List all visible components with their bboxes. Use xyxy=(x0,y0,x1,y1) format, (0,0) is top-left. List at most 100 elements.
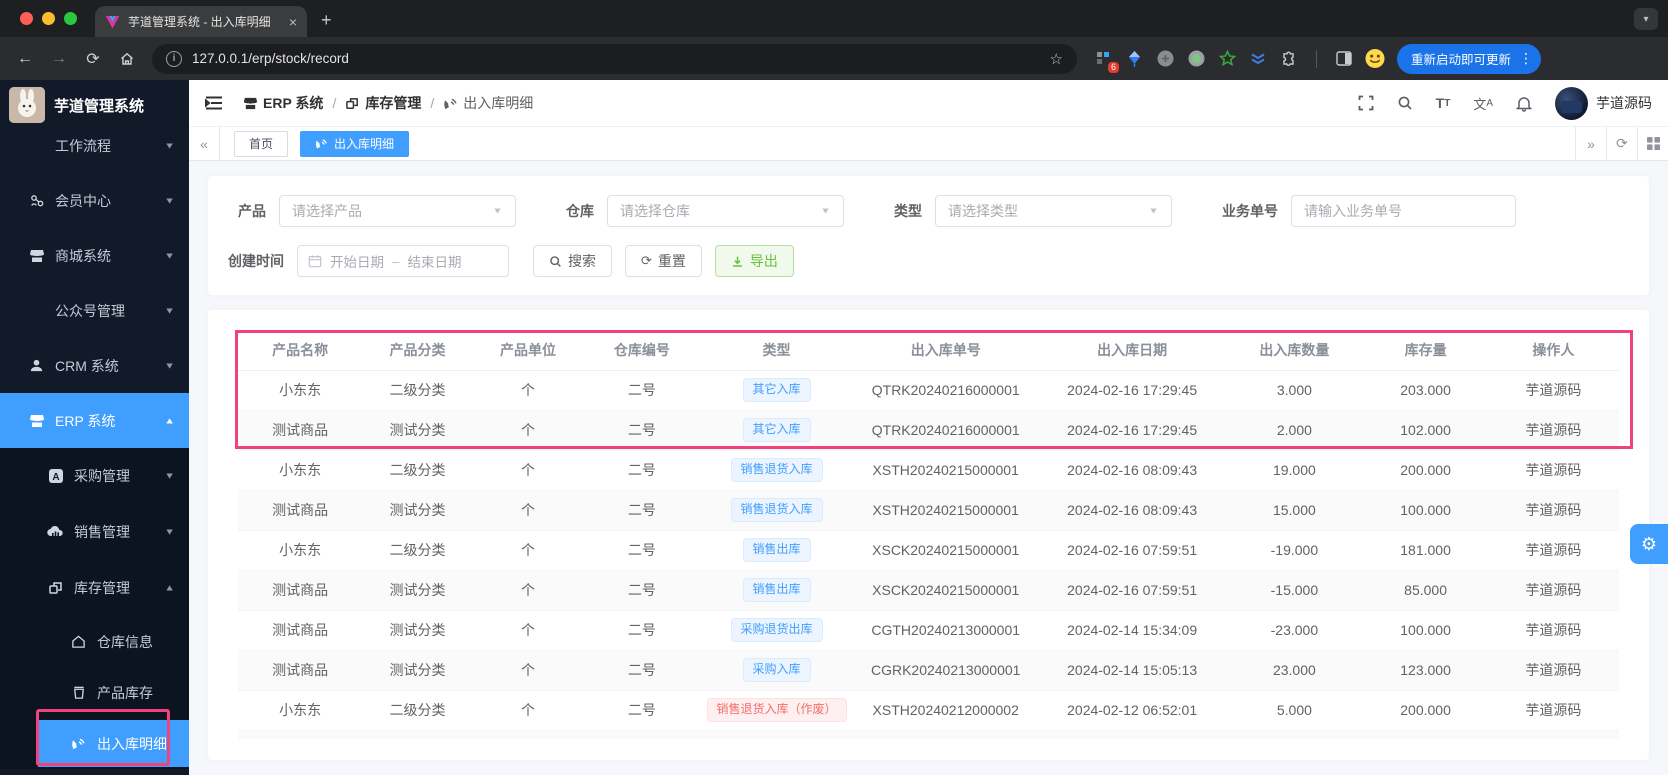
col-order-no: 出入库单号 xyxy=(852,330,1039,371)
cell-category: 测试分类 xyxy=(362,610,473,651)
extension-kite-icon[interactable] xyxy=(1124,49,1144,69)
search-button-label: 搜索 xyxy=(568,253,596,269)
extension-grid-icon[interactable]: 6 xyxy=(1093,49,1119,73)
type-badge: 其它入库 xyxy=(742,418,811,442)
minimize-window-button[interactable] xyxy=(42,12,55,25)
tag-tab-stock-record[interactable]: 出入库明细 xyxy=(300,130,410,157)
theme-settings-gear-button[interactable]: ⚙ xyxy=(1630,524,1668,564)
bizno-input[interactable] xyxy=(1291,195,1516,227)
cell-warehouse: 二号 xyxy=(583,610,701,651)
sidebar-item-product-stock[interactable]: 产品库存 xyxy=(0,667,189,718)
url-bar[interactable]: i 127.0.0.1/erp/stock/record ☆ xyxy=(152,43,1077,74)
type-badge: 销售出库 xyxy=(742,578,811,602)
sidebar-menu: 工作流程 ▼ 会员中心 ▼ 商城系统 ▼ 公众号管理 ▼ CRM 系统 ▼ ER… xyxy=(0,118,189,769)
sidebar-item-stock-record[interactable]: 出入库明细 xyxy=(38,720,189,767)
tags-refresh-icon[interactable]: ⟳ xyxy=(1606,127,1637,160)
cell-quantity: 15.000 xyxy=(1225,490,1364,531)
maximize-window-button[interactable] xyxy=(64,12,77,25)
site-info-icon[interactable]: i xyxy=(166,50,182,67)
cell-unit: 个 xyxy=(472,650,584,691)
breadcrumb-item-stock[interactable]: 库存管理 xyxy=(345,93,421,113)
stock-record-icon xyxy=(70,736,87,751)
tags-scroll-right-icon[interactable]: » xyxy=(1575,127,1606,160)
user-menu[interactable]: 芋道源码 xyxy=(1555,86,1652,120)
cell-datetime: 2024-02-16 17:29:45 xyxy=(1038,370,1226,411)
username: 芋道源码 xyxy=(1596,95,1652,111)
stock-icon xyxy=(346,97,359,109)
sidebar-item-member-center[interactable]: 会员中心 ▼ xyxy=(0,173,189,228)
back-icon[interactable]: ← xyxy=(10,44,40,74)
sidebar-item-stock[interactable]: 库存管理 ▲ xyxy=(0,560,189,616)
export-button[interactable]: 导出 xyxy=(714,245,794,277)
extensions-puzzle-icon[interactable] xyxy=(1279,49,1299,69)
cell-operator: 芋道源码 xyxy=(1487,570,1619,611)
forward-icon[interactable]: → xyxy=(44,44,74,74)
cell-category: 二级分类 xyxy=(362,370,473,411)
font-size-icon[interactable]: TT xyxy=(1436,95,1451,111)
cell-stock: 200.000 xyxy=(1363,450,1488,491)
sidebar-item-crm[interactable]: CRM 系统 ▼ xyxy=(0,338,189,393)
tag-tab-home[interactable]: 首页 xyxy=(234,130,289,157)
tags-scroll-left-icon[interactable]: « xyxy=(189,127,220,160)
url-text[interactable]: 127.0.0.1/erp/stock/record xyxy=(192,51,349,66)
cell-type: 其它入库 xyxy=(700,370,853,411)
cell-unit: 个 xyxy=(472,610,584,651)
fullscreen-icon[interactable] xyxy=(1358,95,1374,111)
chevron-down-icon: ▼ xyxy=(164,195,175,206)
reset-button[interactable]: ⟳ 重置 xyxy=(625,245,702,277)
browser-menu-kebab-icon[interactable]: ⋮ xyxy=(1519,50,1533,67)
reload-icon[interactable]: ⟳ xyxy=(78,44,108,74)
table-row: 测试商品 测试分类个二号 销售出库 XSCK20240215000001 2024-02… xyxy=(238,570,1619,611)
navbar-actions: TT 文A 芋道源码 xyxy=(1358,86,1652,120)
tab-search-chevron-icon[interactable]: ▾ xyxy=(1634,8,1658,30)
bookmark-star-icon[interactable]: ☆ xyxy=(1050,50,1063,68)
sidebar-item-label: 销售管理 xyxy=(74,524,130,540)
date-range-picker[interactable]: 开始日期 – 结束日期 xyxy=(297,245,509,277)
sidebar-item-sales[interactable]: 销售管理 ▼ xyxy=(0,504,189,560)
sidebar-item-mall[interactable]: 商城系统 ▼ xyxy=(0,228,189,283)
search-icon[interactable] xyxy=(1397,95,1413,111)
type-select[interactable]: 请选择类型 ▼ xyxy=(935,195,1172,227)
profile-emoji-avatar[interactable] xyxy=(1365,48,1385,69)
sidebar-item-erp[interactable]: ERP 系统 ▲ xyxy=(0,393,189,448)
cell-type: 采购入库 xyxy=(700,650,853,691)
chevron-up-icon: ▲ xyxy=(164,415,175,426)
browser-tab[interactable]: 芋道管理系统 - 出入库明细 × xyxy=(95,6,307,37)
sidebar-item-warehouse-info[interactable]: 仓库信息 xyxy=(0,616,189,667)
extension-star-icon[interactable] xyxy=(1217,49,1237,69)
cell-operator: 芋道源码 xyxy=(1487,690,1619,731)
breadcrumb-separator: / xyxy=(332,95,337,111)
search-button[interactable]: 搜索 xyxy=(533,245,612,277)
user-avatar xyxy=(1555,86,1588,120)
sidebar-item-purchase[interactable]: A 采购管理 ▼ xyxy=(0,448,189,504)
sidebar-item-label: ERP 系统 xyxy=(55,412,116,429)
cell-operator: 芋道源码 xyxy=(1487,410,1619,451)
window-controls[interactable] xyxy=(20,12,77,25)
table-row: 测试商品 测试分类个二号 采购入库 CGRK20240213000001 2024-02… xyxy=(238,650,1619,691)
notification-bell-icon[interactable] xyxy=(1516,95,1532,112)
home-icon[interactable] xyxy=(112,44,142,74)
side-panel-icon[interactable] xyxy=(1334,49,1354,69)
export-button-label: 导出 xyxy=(749,253,778,269)
close-window-button[interactable] xyxy=(20,12,33,25)
extension-green-circle-icon[interactable] xyxy=(1186,49,1206,69)
user-icon xyxy=(28,358,45,373)
collapse-menu-icon[interactable] xyxy=(205,95,223,111)
tab-close-icon[interactable]: × xyxy=(289,14,297,30)
tags-layout-grid-icon[interactable] xyxy=(1637,127,1668,160)
chevron-up-icon: ▲ xyxy=(164,583,175,593)
sidebar-item-official-account[interactable]: 公众号管理 ▼ xyxy=(0,283,189,338)
new-tab-button[interactable]: + xyxy=(321,10,332,31)
warehouse-select[interactable]: 请选择仓库 ▼ xyxy=(607,195,844,227)
col-stock: 库存量 xyxy=(1363,330,1488,371)
product-select[interactable]: 请选择产品 ▼ xyxy=(279,195,516,227)
col-warehouse: 仓库编号 xyxy=(583,330,701,371)
extension-chevrons-icon[interactable] xyxy=(1248,49,1268,69)
language-icon[interactable]: 文A xyxy=(1473,94,1493,113)
sidebar-logo[interactable]: 芋道管理系统 xyxy=(0,80,189,130)
cell-type: 其它入库 xyxy=(700,410,853,451)
restart-to-update-button[interactable]: 重新启动即可更新 ⋮ xyxy=(1397,43,1542,74)
extension-gray-circle-icon[interactable] xyxy=(1155,49,1175,69)
cell-datetime: 2024-02-16 08:09:43 xyxy=(1038,490,1226,531)
breadcrumb-item-erp[interactable]: ERP 系统 xyxy=(243,93,323,113)
